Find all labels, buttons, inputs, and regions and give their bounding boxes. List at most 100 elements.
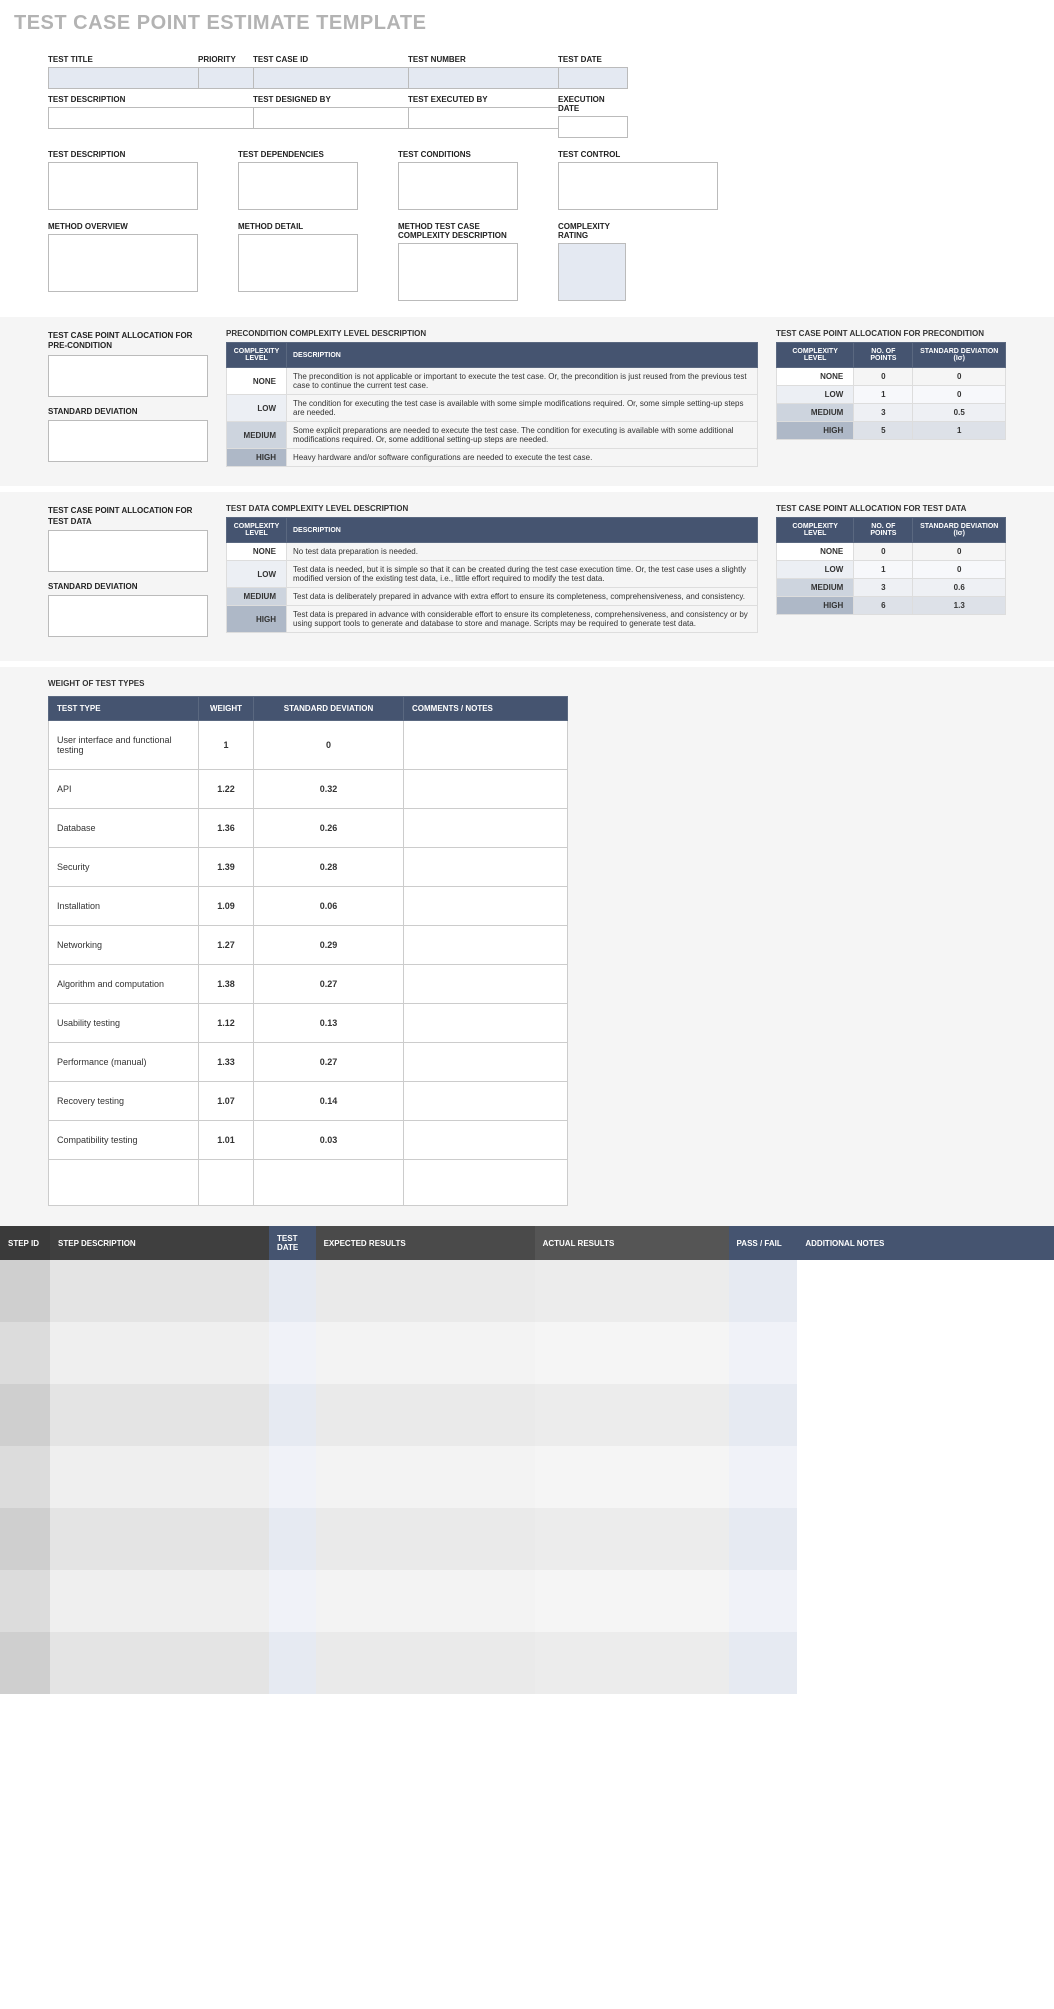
step-cell[interactable] [535, 1446, 729, 1508]
weight-cell: 1.22 [199, 770, 254, 809]
comments-cell[interactable] [404, 1160, 568, 1206]
points-cell: 0 [854, 543, 913, 561]
comments-cell[interactable] [404, 965, 568, 1004]
step-cell[interactable] [535, 1260, 729, 1322]
step-cell[interactable] [535, 1632, 729, 1694]
testdata-sd-input[interactable] [48, 595, 208, 637]
step-cell[interactable] [535, 1508, 729, 1570]
step-cell[interactable] [535, 1322, 729, 1384]
step-cell[interactable] [50, 1508, 269, 1570]
step-cell[interactable] [0, 1632, 50, 1694]
complexity-level: HIGH [227, 449, 287, 467]
comments-cell[interactable] [404, 770, 568, 809]
step-cell[interactable] [50, 1570, 269, 1632]
field-input[interactable] [48, 234, 198, 292]
field-input[interactable] [238, 234, 358, 292]
step-cell[interactable] [269, 1632, 316, 1694]
comments-cell[interactable] [404, 809, 568, 848]
field-input[interactable] [253, 107, 408, 129]
points-cell: 3 [854, 579, 913, 597]
step-cell[interactable] [50, 1446, 269, 1508]
step-cell[interactable] [316, 1508, 535, 1570]
step-cell[interactable] [269, 1322, 316, 1384]
step-cell[interactable] [729, 1570, 798, 1632]
comments-cell[interactable] [404, 926, 568, 965]
field-label: TEST TITLE [48, 53, 198, 67]
precond-alloc-input[interactable] [48, 355, 208, 397]
complexity-level: LOW [227, 395, 287, 422]
step-cell[interactable] [0, 1508, 50, 1570]
comments-cell[interactable] [404, 1121, 568, 1160]
step-cell[interactable] [269, 1570, 316, 1632]
step-cell[interactable] [729, 1508, 798, 1570]
comments-cell[interactable] [404, 721, 568, 770]
step-cell[interactable] [535, 1384, 729, 1446]
step-cell[interactable] [535, 1570, 729, 1632]
field-input[interactable] [253, 67, 408, 89]
step-cell[interactable] [797, 1384, 1054, 1446]
step-cell[interactable] [797, 1322, 1054, 1384]
step-cell[interactable] [50, 1384, 269, 1446]
comments-cell[interactable] [404, 887, 568, 926]
comments-cell[interactable] [404, 1043, 568, 1082]
step-cell[interactable] [50, 1632, 269, 1694]
testdata-alloc-input[interactable] [48, 530, 208, 572]
field-input[interactable] [48, 162, 198, 210]
test-type-cell: Performance (manual) [49, 1043, 199, 1082]
step-cell[interactable] [269, 1384, 316, 1446]
col-header: EXPECTED RESULTS [316, 1226, 535, 1260]
step-cell[interactable] [797, 1446, 1054, 1508]
col-header: COMPLEXITY LEVEL [777, 343, 854, 368]
comments-cell[interactable] [404, 1004, 568, 1043]
step-cell[interactable] [797, 1508, 1054, 1570]
step-cell[interactable] [50, 1322, 269, 1384]
description-cell: The condition for executing the test cas… [287, 395, 758, 422]
field-input[interactable] [238, 162, 358, 210]
precond-sd-input[interactable] [48, 420, 208, 462]
field-input[interactable] [48, 67, 198, 89]
sd-cell: 0.14 [254, 1082, 404, 1121]
points-cell: 6 [854, 597, 913, 615]
step-cell[interactable] [316, 1570, 535, 1632]
step-cell[interactable] [0, 1384, 50, 1446]
field-input[interactable] [558, 162, 718, 210]
step-cell[interactable] [729, 1446, 798, 1508]
field-input[interactable] [558, 116, 628, 138]
step-cell[interactable] [0, 1260, 50, 1322]
field-input[interactable] [408, 67, 558, 89]
step-cell[interactable] [269, 1260, 316, 1322]
complexity-level: LOW [777, 386, 854, 404]
step-cell[interactable] [729, 1632, 798, 1694]
weight-cell [199, 1160, 254, 1206]
comments-cell[interactable] [404, 848, 568, 887]
step-cell[interactable] [269, 1446, 316, 1508]
step-cell[interactable] [316, 1384, 535, 1446]
step-cell[interactable] [316, 1260, 535, 1322]
step-cell[interactable] [0, 1322, 50, 1384]
field-input[interactable] [558, 243, 626, 301]
field-input[interactable] [398, 243, 518, 301]
col-header: STANDARD DEVIATION [254, 697, 404, 721]
step-cell[interactable] [729, 1322, 798, 1384]
step-cell[interactable] [316, 1322, 535, 1384]
comments-cell[interactable] [404, 1082, 568, 1121]
field-input[interactable] [48, 107, 253, 129]
field-input[interactable] [408, 107, 558, 129]
col-header: COMPLEXITY LEVEL [227, 518, 287, 543]
step-cell[interactable] [797, 1570, 1054, 1632]
step-cell[interactable] [50, 1260, 269, 1322]
step-cell[interactable] [316, 1632, 535, 1694]
step-cell[interactable] [797, 1260, 1054, 1322]
field-input[interactable] [198, 67, 253, 89]
step-cell[interactable] [729, 1384, 798, 1446]
step-cell[interactable] [269, 1508, 316, 1570]
field-test-executed-by: TEST EXECUTED BY [408, 93, 558, 138]
step-cell[interactable] [0, 1446, 50, 1508]
field-input[interactable] [398, 162, 518, 210]
step-cell[interactable] [797, 1632, 1054, 1694]
step-cell[interactable] [316, 1446, 535, 1508]
field-input[interactable] [558, 67, 628, 89]
step-cell[interactable] [729, 1260, 798, 1322]
page-title: TEST CASE POINT ESTIMATE TEMPLATE [0, 0, 1054, 41]
step-cell[interactable] [0, 1570, 50, 1632]
